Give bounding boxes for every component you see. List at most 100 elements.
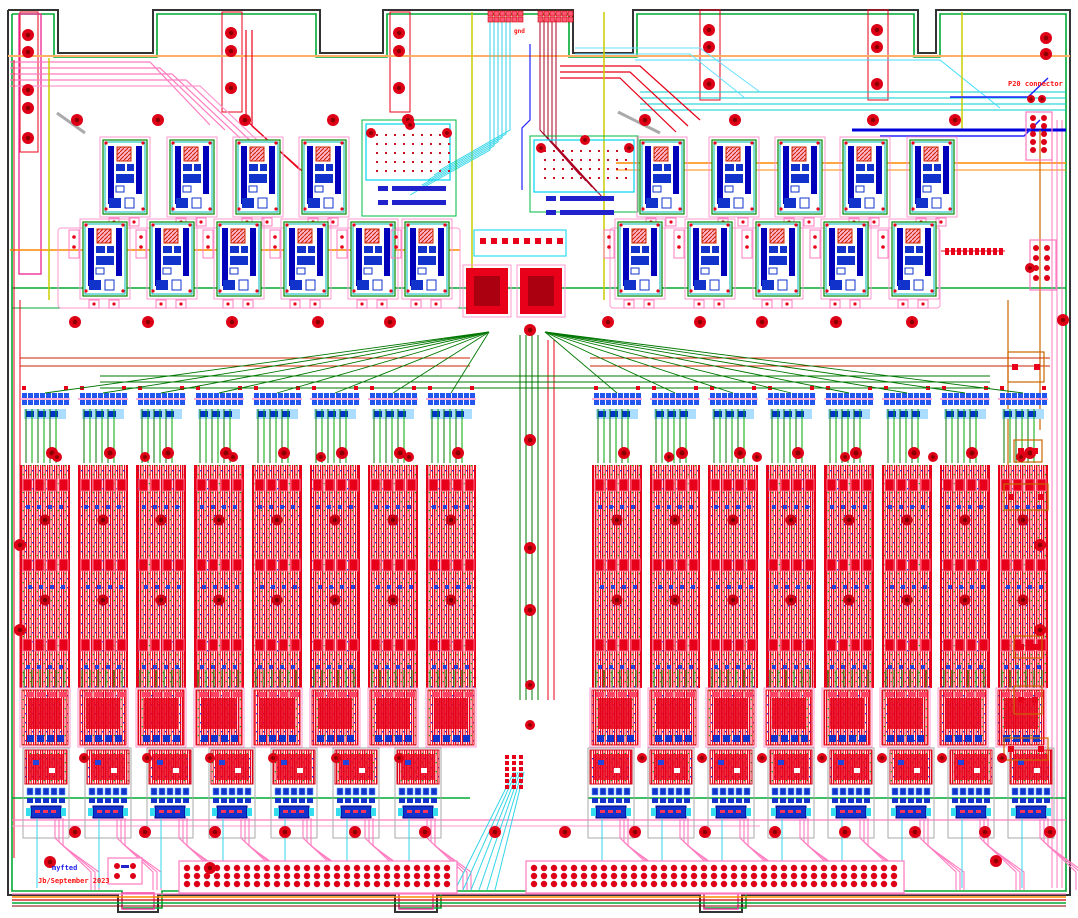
fiducial	[237, 141, 240, 144]
pin-pad	[801, 881, 807, 887]
pad-grid	[902, 400, 907, 405]
pad-dot	[647, 302, 650, 305]
module-footprint	[840, 137, 890, 226]
pad	[279, 735, 286, 742]
via-dot	[580, 159, 582, 161]
pad	[1044, 788, 1050, 795]
pad	[89, 280, 101, 290]
pad-grid	[64, 393, 69, 398]
via-hole	[789, 518, 793, 522]
pad	[26, 505, 30, 509]
thermal-pad	[924, 147, 938, 161]
pad-grid	[196, 400, 201, 405]
pad	[84, 411, 92, 417]
fiducial	[255, 223, 258, 226]
pad-dot	[745, 235, 749, 239]
pad	[832, 788, 838, 795]
hole-center	[229, 31, 234, 36]
pad	[1028, 788, 1034, 795]
pad	[27, 788, 33, 795]
pad-bar	[693, 228, 699, 286]
connector-mark	[660, 810, 665, 813]
pin-pad	[711, 881, 717, 887]
pad	[150, 808, 155, 816]
pad-bar	[761, 228, 767, 286]
pad-dot	[246, 302, 249, 305]
pad	[235, 768, 241, 773]
hole-center	[319, 455, 323, 459]
pad	[900, 788, 906, 795]
pad	[772, 665, 776, 669]
pad	[33, 760, 39, 765]
pad-grid	[694, 400, 699, 405]
connector-mark	[345, 810, 350, 813]
pad-cluster	[665, 479, 674, 491]
pad	[780, 246, 787, 253]
via-dot	[394, 170, 396, 172]
pin-pad	[881, 881, 887, 887]
pad-cluster	[453, 559, 462, 571]
pin-pad	[631, 873, 637, 879]
thermal-pad	[164, 229, 178, 243]
hole-center	[843, 830, 848, 835]
pad	[738, 585, 742, 589]
pad	[291, 692, 299, 697]
hole-center	[875, 45, 880, 50]
pad-grid	[618, 400, 623, 405]
tab-pad	[562, 11, 567, 16]
pad-dot	[112, 302, 115, 305]
fiducial	[406, 223, 409, 226]
pad	[345, 788, 351, 795]
via-dot	[421, 143, 423, 145]
module-footprint	[167, 137, 217, 226]
hole-center	[700, 756, 704, 760]
pin-pad	[264, 865, 270, 871]
pad-grid	[446, 393, 451, 398]
pad-cluster	[607, 479, 616, 491]
pin-pad	[214, 881, 220, 887]
pad	[480, 238, 486, 244]
fiducial	[121, 289, 124, 292]
pad	[772, 505, 776, 509]
pad	[235, 585, 239, 589]
pad	[230, 256, 248, 265]
via-dot	[607, 159, 609, 161]
copper-pour	[598, 698, 632, 729]
trace	[434, 20, 506, 175]
pin-pad	[224, 881, 230, 887]
pad-bar	[651, 228, 657, 276]
module-footprint	[337, 219, 398, 308]
pad	[183, 798, 189, 803]
pad	[610, 411, 618, 417]
dense-copper-column	[252, 465, 302, 688]
pad-dot	[226, 302, 229, 305]
pad	[224, 411, 232, 417]
pin-pad	[354, 865, 360, 871]
pin-pad	[681, 873, 687, 879]
pad	[900, 798, 906, 803]
pad-grid	[942, 393, 947, 398]
hole-center	[871, 118, 876, 123]
pad	[993, 248, 997, 255]
pad-grid	[774, 400, 779, 405]
pin-pad	[404, 881, 410, 887]
pad	[269, 665, 273, 669]
via-dot	[448, 152, 450, 154]
pad-grid	[972, 400, 977, 405]
via-dot	[544, 177, 546, 179]
pad-cluster	[291, 479, 300, 491]
pad-cluster	[619, 479, 628, 491]
pad	[121, 788, 127, 795]
pad	[968, 798, 974, 803]
pad	[50, 411, 58, 417]
thermal-pad	[792, 147, 806, 161]
pad	[598, 665, 602, 669]
pad	[374, 665, 378, 669]
pad-cluster	[163, 559, 172, 571]
pad-grid	[600, 393, 605, 398]
via-hole	[43, 518, 47, 522]
pad	[200, 505, 204, 509]
pad	[1046, 808, 1051, 816]
pad-cluster	[407, 639, 416, 651]
tab-pad	[506, 11, 511, 16]
